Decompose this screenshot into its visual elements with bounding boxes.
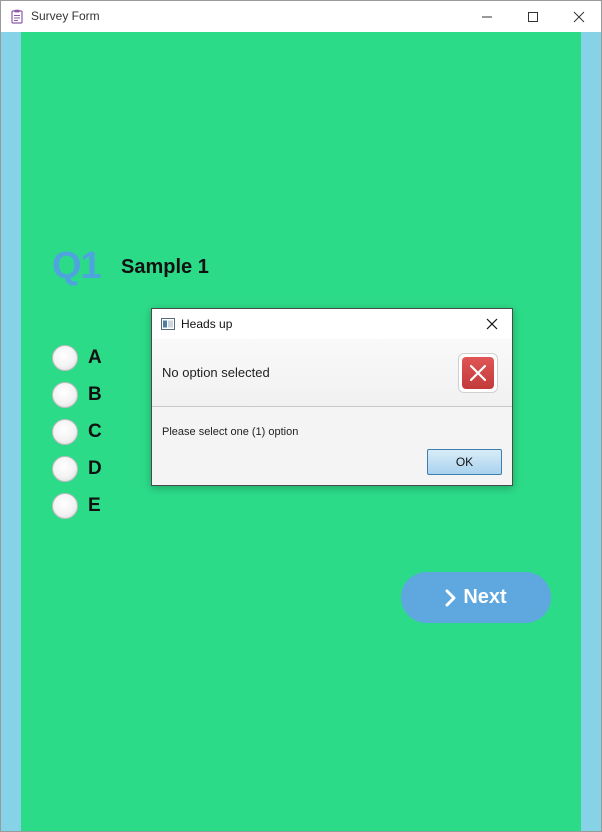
- dialog-header: No option selected: [152, 339, 512, 407]
- minimize-icon: [482, 16, 492, 17]
- dialog-close-button[interactable]: [482, 314, 502, 334]
- option-label: E: [88, 495, 101, 516]
- ok-button[interactable]: OK: [427, 449, 502, 475]
- dialog-message: Please select one (1) option: [162, 426, 299, 438]
- dialog-header-text: No option selected: [162, 365, 270, 380]
- question-text: Sample 1: [121, 256, 209, 278]
- option-label: B: [88, 384, 102, 405]
- close-icon: [486, 318, 498, 330]
- alert-dialog: Heads up No option selected Please selec…: [151, 308, 513, 486]
- radio-button[interactable]: [52, 493, 78, 519]
- error-icon: [458, 353, 498, 393]
- radio-button[interactable]: [52, 345, 78, 371]
- option-label: D: [88, 458, 102, 479]
- next-button-label: Next: [463, 586, 507, 608]
- close-icon: [573, 11, 585, 22]
- window-title: Survey Form: [31, 9, 100, 23]
- dialog-title: Heads up: [181, 317, 233, 331]
- window-icon: [161, 317, 175, 335]
- radio-button[interactable]: [52, 382, 78, 408]
- option-c[interactable]: C: [52, 417, 102, 447]
- option-d[interactable]: D: [52, 454, 102, 484]
- option-b[interactable]: B: [52, 380, 102, 410]
- chevron-right-icon: [445, 589, 457, 607]
- app-window: Survey Form Q1 Sample 1 A B C D E Next H…: [0, 0, 602, 832]
- maximize-icon: [528, 11, 538, 22]
- close-button[interactable]: [556, 1, 601, 32]
- option-a[interactable]: A: [52, 343, 102, 373]
- option-label: C: [88, 421, 102, 442]
- radio-button[interactable]: [52, 419, 78, 445]
- dialog-title-bar[interactable]: Heads up: [152, 309, 512, 339]
- option-label: A: [88, 347, 102, 368]
- maximize-button[interactable]: [510, 1, 556, 32]
- title-bar[interactable]: Survey Form: [1, 1, 601, 32]
- option-e[interactable]: E: [52, 491, 101, 521]
- question-number: Q1: [52, 245, 102, 287]
- minimize-button[interactable]: [464, 1, 510, 32]
- next-button[interactable]: Next: [401, 572, 551, 623]
- radio-button[interactable]: [52, 456, 78, 482]
- clipboard-icon: [11, 9, 23, 24]
